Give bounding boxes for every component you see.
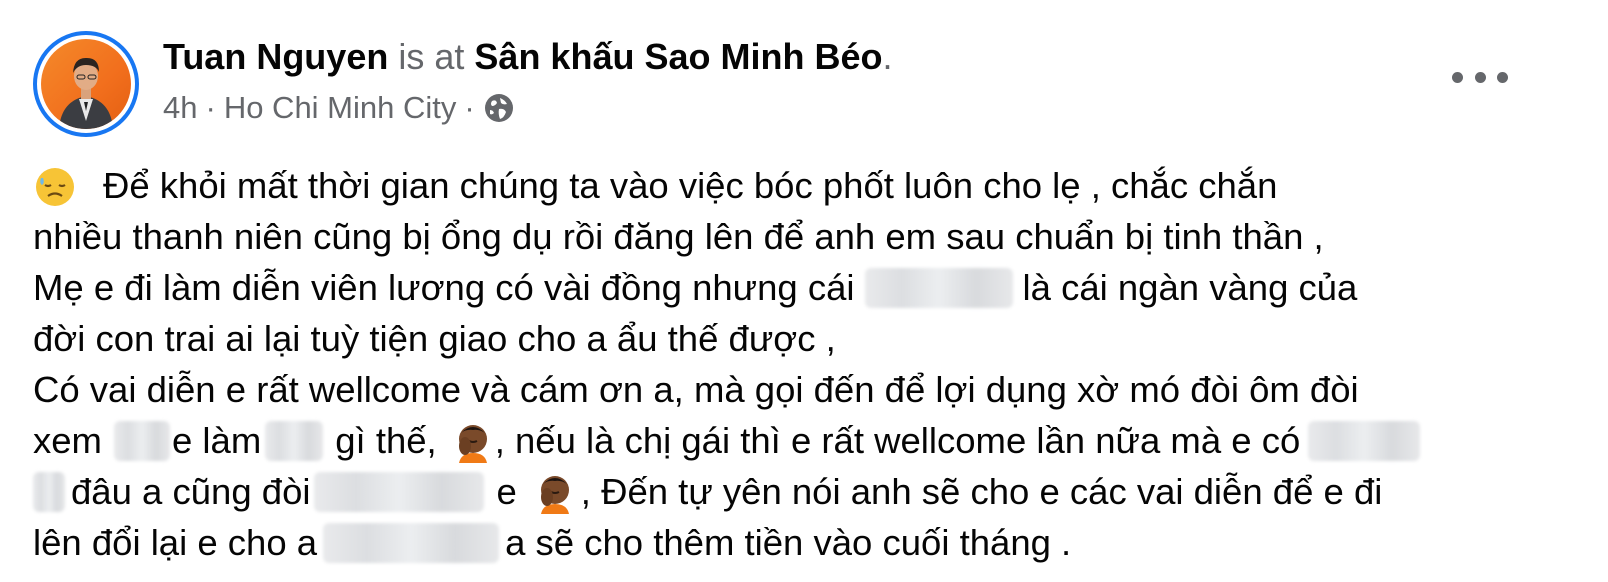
dot bbox=[1452, 71, 1463, 83]
text-line-3: Mẹ e đi làm diễn viên lương có vài đồng … bbox=[33, 262, 1593, 313]
author-name[interactable]: Tuan Nguyen bbox=[163, 36, 388, 77]
meta-separator-2: · bbox=[464, 90, 475, 125]
text-line-5: Có vai diễn e rất wellcome và cám ơn a, … bbox=[33, 364, 1593, 415]
post-city[interactable]: Ho Chi Minh City bbox=[224, 86, 457, 130]
text-segment: là cái ngàn vàng của bbox=[1022, 267, 1358, 308]
text-segment: lên đổi lại e cho a bbox=[33, 522, 318, 563]
text-segment: , Đến tự yên nói anh sẽ cho e các vai di… bbox=[580, 471, 1383, 512]
blurred-word bbox=[864, 267, 1013, 308]
text-segment: nhiều thanh niên cũng bị ổng dụ rồi đăng… bbox=[33, 216, 1324, 257]
post-body: Để khỏi mất thời gian chúng ta vào việc … bbox=[33, 160, 1593, 568]
text-segment: e bbox=[496, 471, 517, 512]
post-timestamp[interactable]: 4h bbox=[163, 86, 197, 130]
text-segment: đời con trai ai lại tuỳ tiện giao cho a … bbox=[33, 318, 836, 359]
text-line-4: đời con trai ai lại tuỳ tiện giao cho a … bbox=[33, 313, 1593, 364]
text-segment: e làm bbox=[171, 420, 262, 461]
text-segment: đâu a cũng đòi bbox=[71, 471, 311, 512]
sad-sweat-emoji-icon bbox=[33, 164, 77, 208]
globe-icon[interactable] bbox=[483, 92, 515, 124]
text-line-6: xem e làm gì thế, , nếu là chị gái thì e… bbox=[33, 415, 1593, 466]
facepalm-emoji-icon bbox=[533, 470, 577, 514]
text-segment: Có vai diễn e rất wellcome và cám ơn a, … bbox=[33, 369, 1359, 410]
text-line-1: Để khỏi mất thời gian chúng ta vào việc … bbox=[33, 160, 1593, 211]
text-segment: xem bbox=[33, 420, 102, 461]
text-segment: a sẽ cho thêm tiền vào cuối tháng . bbox=[505, 522, 1072, 563]
blurred-word bbox=[113, 420, 170, 461]
text-line-2: nhiều thanh niên cũng bị ổng dụ rồi đăng… bbox=[33, 211, 1593, 262]
title-period: . bbox=[882, 36, 893, 77]
blurred-word bbox=[33, 471, 65, 512]
text-line-7: đâu a cũng đòi e , Đến tự yên nói anh sẽ… bbox=[33, 466, 1593, 517]
text-line-8: lên đổi lại e cho a a sẽ cho thêm tiền v… bbox=[33, 517, 1593, 568]
avatar-photo bbox=[41, 39, 131, 129]
text-segment: gì thế, bbox=[335, 420, 437, 461]
more-options-icon[interactable] bbox=[1452, 62, 1508, 92]
status-connector: is at bbox=[398, 36, 465, 77]
dot bbox=[1497, 71, 1508, 83]
post-meta: 4h · Ho Chi Minh City · bbox=[163, 86, 515, 130]
person-figure bbox=[59, 57, 113, 129]
blurred-word bbox=[265, 420, 324, 461]
post-header-title: Tuan Nguyen is at Sân khấu Sao Minh Béo. bbox=[163, 32, 892, 82]
meta-separator: · bbox=[205, 90, 216, 125]
blurred-word bbox=[323, 522, 500, 563]
text-segment: , nếu là chị gái thì e rất wellcome lần … bbox=[494, 420, 1301, 461]
facepalm-emoji-icon bbox=[451, 419, 495, 463]
avatar[interactable] bbox=[33, 31, 139, 137]
text-segment: Mẹ e đi làm diễn viên lương có vài đồng … bbox=[33, 267, 855, 308]
blurred-word bbox=[314, 471, 485, 512]
text-segment: Để khỏi mất thời gian chúng ta vào việc … bbox=[103, 165, 1278, 206]
blurred-word bbox=[1308, 420, 1421, 461]
dot bbox=[1474, 71, 1486, 83]
facebook-post: Tuan Nguyen is at Sân khấu Sao Minh Béo.… bbox=[0, 0, 1608, 582]
checkin-location[interactable]: Sân khấu Sao Minh Béo bbox=[474, 36, 882, 77]
